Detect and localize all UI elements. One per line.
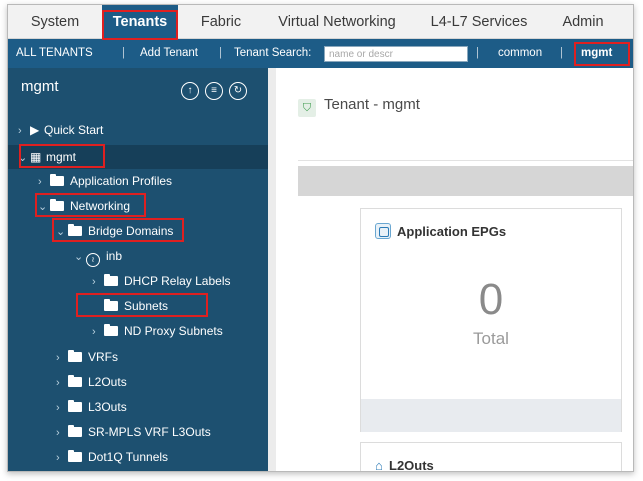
tree-item-bridge-domains[interactable]: ⌄ Bridge Domains — [56, 219, 173, 243]
tree-item-label: Application Profiles — [70, 174, 173, 188]
chevron-right-icon[interactable]: › — [56, 396, 68, 420]
filter-icon[interactable]: ≡ — [205, 82, 223, 100]
refresh-icon[interactable]: ↻ — [229, 82, 247, 100]
folder-icon — [68, 400, 82, 412]
application-epg-icon — [375, 223, 391, 239]
mgmt-tenant-link[interactable]: mgmt — [581, 39, 612, 68]
card-footer — [361, 399, 621, 432]
pin-icon[interactable]: ↑ — [181, 82, 199, 100]
page-title-text: Tenant - mgmt — [324, 96, 420, 113]
tree-item-inb[interactable]: ⌄ ≀ inb — [74, 244, 122, 268]
tab-system[interactable]: System — [22, 5, 88, 39]
folder-icon — [104, 299, 118, 311]
tab-admin[interactable]: Admin — [556, 5, 610, 39]
tenant-search-input[interactable] — [324, 46, 468, 62]
tree-item-label: mgmt — [46, 150, 76, 164]
tab-l4-l7-services[interactable]: L4-L7 Services — [422, 5, 536, 39]
folder-icon — [68, 425, 82, 437]
folder-icon — [50, 199, 64, 211]
folder-icon — [104, 274, 118, 286]
card-count-label: Total — [473, 329, 509, 348]
tree-item-label: L3Outs — [88, 400, 127, 414]
chevron-down-icon[interactable]: ⌄ — [56, 220, 68, 244]
tree-item-l2outs[interactable]: › L2Outs — [56, 370, 127, 394]
tab-tenants[interactable]: Tenants — [102, 5, 178, 39]
separator: | — [122, 47, 125, 59]
tree-item-subnets[interactable]: Subnets — [104, 294, 168, 318]
tab-fabric[interactable]: Fabric — [194, 5, 248, 39]
tree-item-label: inb — [106, 249, 123, 263]
tree-item-label: Dot1Q Tunnels — [88, 450, 169, 464]
tree-item-nd-proxy-subnets[interactable]: › ND Proxy Subnets — [92, 319, 223, 343]
sidebar-title: mgmt — [21, 78, 59, 95]
folder-icon — [104, 324, 118, 336]
tree-item-label: Networking — [70, 199, 131, 213]
folder-icon — [50, 174, 64, 186]
tree-item-label: DHCP Relay Labels — [124, 274, 231, 288]
chevron-right-icon[interactable]: › — [56, 421, 68, 445]
separator: | — [476, 47, 479, 59]
chevron-right-icon[interactable]: › — [92, 320, 104, 344]
all-tenants-link[interactable]: ALL TENANTS — [16, 39, 93, 68]
tab-virtual-networking[interactable]: Virtual Networking — [270, 5, 404, 39]
chevron-right-icon[interactable]: › — [56, 346, 68, 370]
tree-item-application-profiles[interactable]: › Application Profiles — [38, 169, 172, 193]
card-title-text: L2Outs — [389, 458, 434, 472]
tree-item-networking[interactable]: ⌄ Networking — [38, 194, 130, 218]
app-window: System Tenants Fabric Virtual Networking… — [7, 4, 634, 472]
tenant-icon: ▦ — [30, 150, 42, 164]
navigation-tree: mgmt ↑ ≡ ↻ › ▶ Quick Start ⌄ ▦ mgmt › Applica… — [8, 68, 268, 471]
tree-item-mgmt[interactable]: ⌄ ▦ mgmt — [18, 145, 76, 169]
tree-item-label: L2Outs — [88, 375, 127, 389]
chevron-right-icon[interactable]: › — [38, 170, 50, 194]
tenant-toolbar: ALL TENANTS | Add Tenant | Tenant Search… — [8, 39, 633, 68]
tree-item-dot1q-tunnels[interactable]: › Dot1Q Tunnels — [56, 445, 168, 469]
tree-item-label: ND Proxy Subnets — [124, 324, 223, 338]
quick-start-icon: ▶ — [30, 123, 40, 137]
separator: | — [219, 47, 222, 59]
bridge-domain-icon: ≀ — [86, 253, 100, 267]
toolbar-band — [298, 166, 633, 196]
tree-item-l3outs[interactable]: › L3Outs — [56, 395, 127, 419]
l2outs-card[interactable]: ⌂ L2Outs — [360, 442, 622, 472]
tree-item-label: Subnets — [124, 299, 169, 313]
tree-item-label: VRFs — [88, 350, 118, 364]
tenant-shield-icon: ⛉ — [298, 99, 316, 117]
folder-icon — [68, 450, 82, 462]
page-title: ⛉ Tenant - mgmt — [298, 96, 420, 117]
tree-item-label: Quick Start — [44, 123, 104, 137]
chevron-right-icon[interactable]: › — [56, 371, 68, 395]
tree-item-label: Bridge Domains — [88, 224, 174, 238]
tenant-search-label: Tenant Search: — [234, 47, 312, 59]
card-title: ⌂ L2Outs — [375, 458, 434, 472]
content-panel: ⛉ Tenant - mgmt Application EPGs 0 Total … — [268, 68, 633, 472]
card-title: Application EPGs — [375, 223, 506, 239]
top-navigation: System Tenants Fabric Virtual Networking… — [8, 5, 633, 39]
application-epgs-card[interactable]: Application EPGs 0 Total — [360, 208, 622, 432]
chevron-right-icon[interactable]: › — [92, 270, 104, 294]
divider — [298, 160, 633, 161]
card-title-text: Application EPGs — [397, 224, 507, 239]
l2out-icon: ⌂ — [375, 458, 383, 472]
chevron-right-icon[interactable]: › — [18, 119, 30, 143]
folder-icon — [68, 224, 82, 236]
folder-icon — [68, 375, 82, 387]
tree-item-label: SR-MPLS VRF L3Outs — [88, 425, 211, 439]
folder-icon — [68, 350, 82, 362]
chevron-down-icon[interactable]: ⌄ — [74, 245, 86, 269]
tree-item-dhcp-relay-labels[interactable]: › DHCP Relay Labels — [92, 269, 231, 293]
tree-item-quick-start[interactable]: › ▶ Quick Start — [18, 118, 103, 142]
tree-item-vrfs[interactable]: › VRFs — [56, 345, 118, 369]
tree-item-sr-mpls-vrf-l3outs[interactable]: › SR-MPLS VRF L3Outs — [56, 420, 211, 444]
common-tenant-link[interactable]: common — [498, 39, 542, 68]
chevron-down-icon[interactable]: ⌄ — [18, 146, 30, 170]
chevron-right-icon[interactable]: › — [56, 446, 68, 470]
chevron-down-icon[interactable]: ⌄ — [38, 195, 50, 219]
card-count: 0 — [478, 275, 504, 324]
separator: | — [560, 47, 563, 59]
add-tenant-link[interactable]: Add Tenant — [140, 39, 198, 68]
